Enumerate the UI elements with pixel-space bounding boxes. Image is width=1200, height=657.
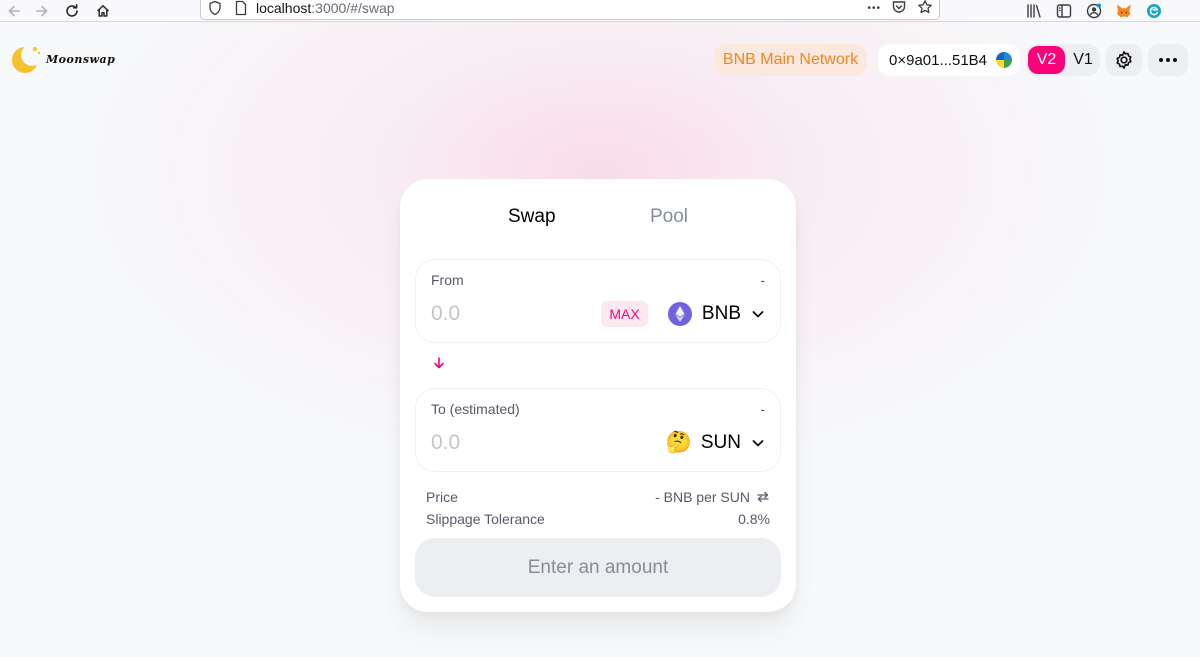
to-balance: -: [760, 401, 765, 417]
more-menu-button[interactable]: [1148, 44, 1188, 76]
swap-card: Swap Pool From - MAX BNB To (estimated) …: [400, 179, 796, 612]
from-amount-input[interactable]: [431, 300, 591, 328]
page-actions-button[interactable]: •••: [867, 3, 881, 14]
account-button[interactable]: 0×9a01...51B4: [878, 44, 1020, 76]
to-label: To (estimated): [431, 401, 520, 417]
network-badge[interactable]: BNB Main Network: [714, 44, 867, 76]
url-path: :3000/#/swap: [311, 0, 395, 16]
metamask-fox-icon[interactable]: [1115, 2, 1133, 20]
slippage-label: Slippage Tolerance: [426, 511, 545, 527]
slippage-row: Slippage Tolerance 0.8%: [426, 511, 770, 527]
account-avatar: [996, 52, 1012, 68]
from-token-name: BNB: [701, 303, 741, 324]
url-bar[interactable]: localhost:3000/#/swap •••: [200, 0, 940, 20]
settings-button[interactable]: [1106, 44, 1142, 76]
account-address: 0×9a01...51B4: [889, 51, 988, 69]
version-v1-button[interactable]: V1: [1068, 46, 1098, 74]
chevron-down-icon: [752, 311, 764, 318]
swap-arrows-icon[interactable]: [756, 490, 770, 504]
price-label: Price: [426, 489, 458, 505]
logo-wordmark: Moonswap: [46, 53, 116, 66]
ellipsis-icon: [1159, 58, 1177, 62]
extension-icon[interactable]: [1145, 2, 1163, 20]
account-icon[interactable]: [1085, 2, 1103, 20]
from-balance: -: [760, 272, 765, 288]
arrow-down-icon[interactable]: [431, 355, 447, 371]
url-text[interactable]: localhost:3000/#/swap: [256, 0, 395, 16]
home-icon[interactable]: [91, 0, 115, 22]
chevron-down-icon: [752, 440, 764, 447]
eth-diamond-icon: [667, 302, 692, 326]
back-arrow-icon[interactable]: [2, 0, 26, 22]
to-amount-input[interactable]: [431, 429, 591, 457]
tab-pool[interactable]: Pool: [650, 206, 688, 228]
page-icon: [234, 0, 248, 16]
bookmark-star-icon[interactable]: [917, 0, 933, 18]
sidebar-icon[interactable]: [1055, 2, 1073, 20]
version-v2-button[interactable]: V2: [1028, 46, 1065, 74]
thinking-face-icon: 🤔: [665, 431, 692, 454]
shield-icon[interactable]: [208, 0, 222, 16]
url-host: localhost: [256, 0, 312, 16]
to-panel: To (estimated) - 🤔 SUN: [415, 388, 781, 472]
browser-toolbar: localhost:3000/#/swap •••: [0, 0, 1200, 22]
forward-arrow-icon[interactable]: [30, 0, 54, 22]
from-panel: From - MAX BNB: [415, 259, 781, 343]
to-token-select[interactable]: 🤔 SUN: [665, 427, 765, 459]
max-button[interactable]: MAX: [601, 301, 648, 327]
from-token-select[interactable]: BNB: [667, 298, 765, 330]
gear-icon: [1116, 51, 1132, 69]
pocket-icon[interactable]: [891, 0, 907, 18]
moon-logo-icon: [12, 44, 43, 73]
enter-amount-button[interactable]: Enter an amount: [415, 538, 781, 597]
tab-swap[interactable]: Swap: [508, 206, 556, 228]
to-token-name: SUN: [700, 432, 741, 453]
reload-icon[interactable]: [60, 0, 84, 22]
price-row: Price - BNB per SUN: [426, 489, 770, 505]
library-icon[interactable]: [1025, 2, 1043, 20]
from-label: From: [431, 272, 464, 288]
slippage-value: 0.8%: [738, 511, 770, 527]
price-value: - BNB per SUN: [655, 489, 750, 505]
